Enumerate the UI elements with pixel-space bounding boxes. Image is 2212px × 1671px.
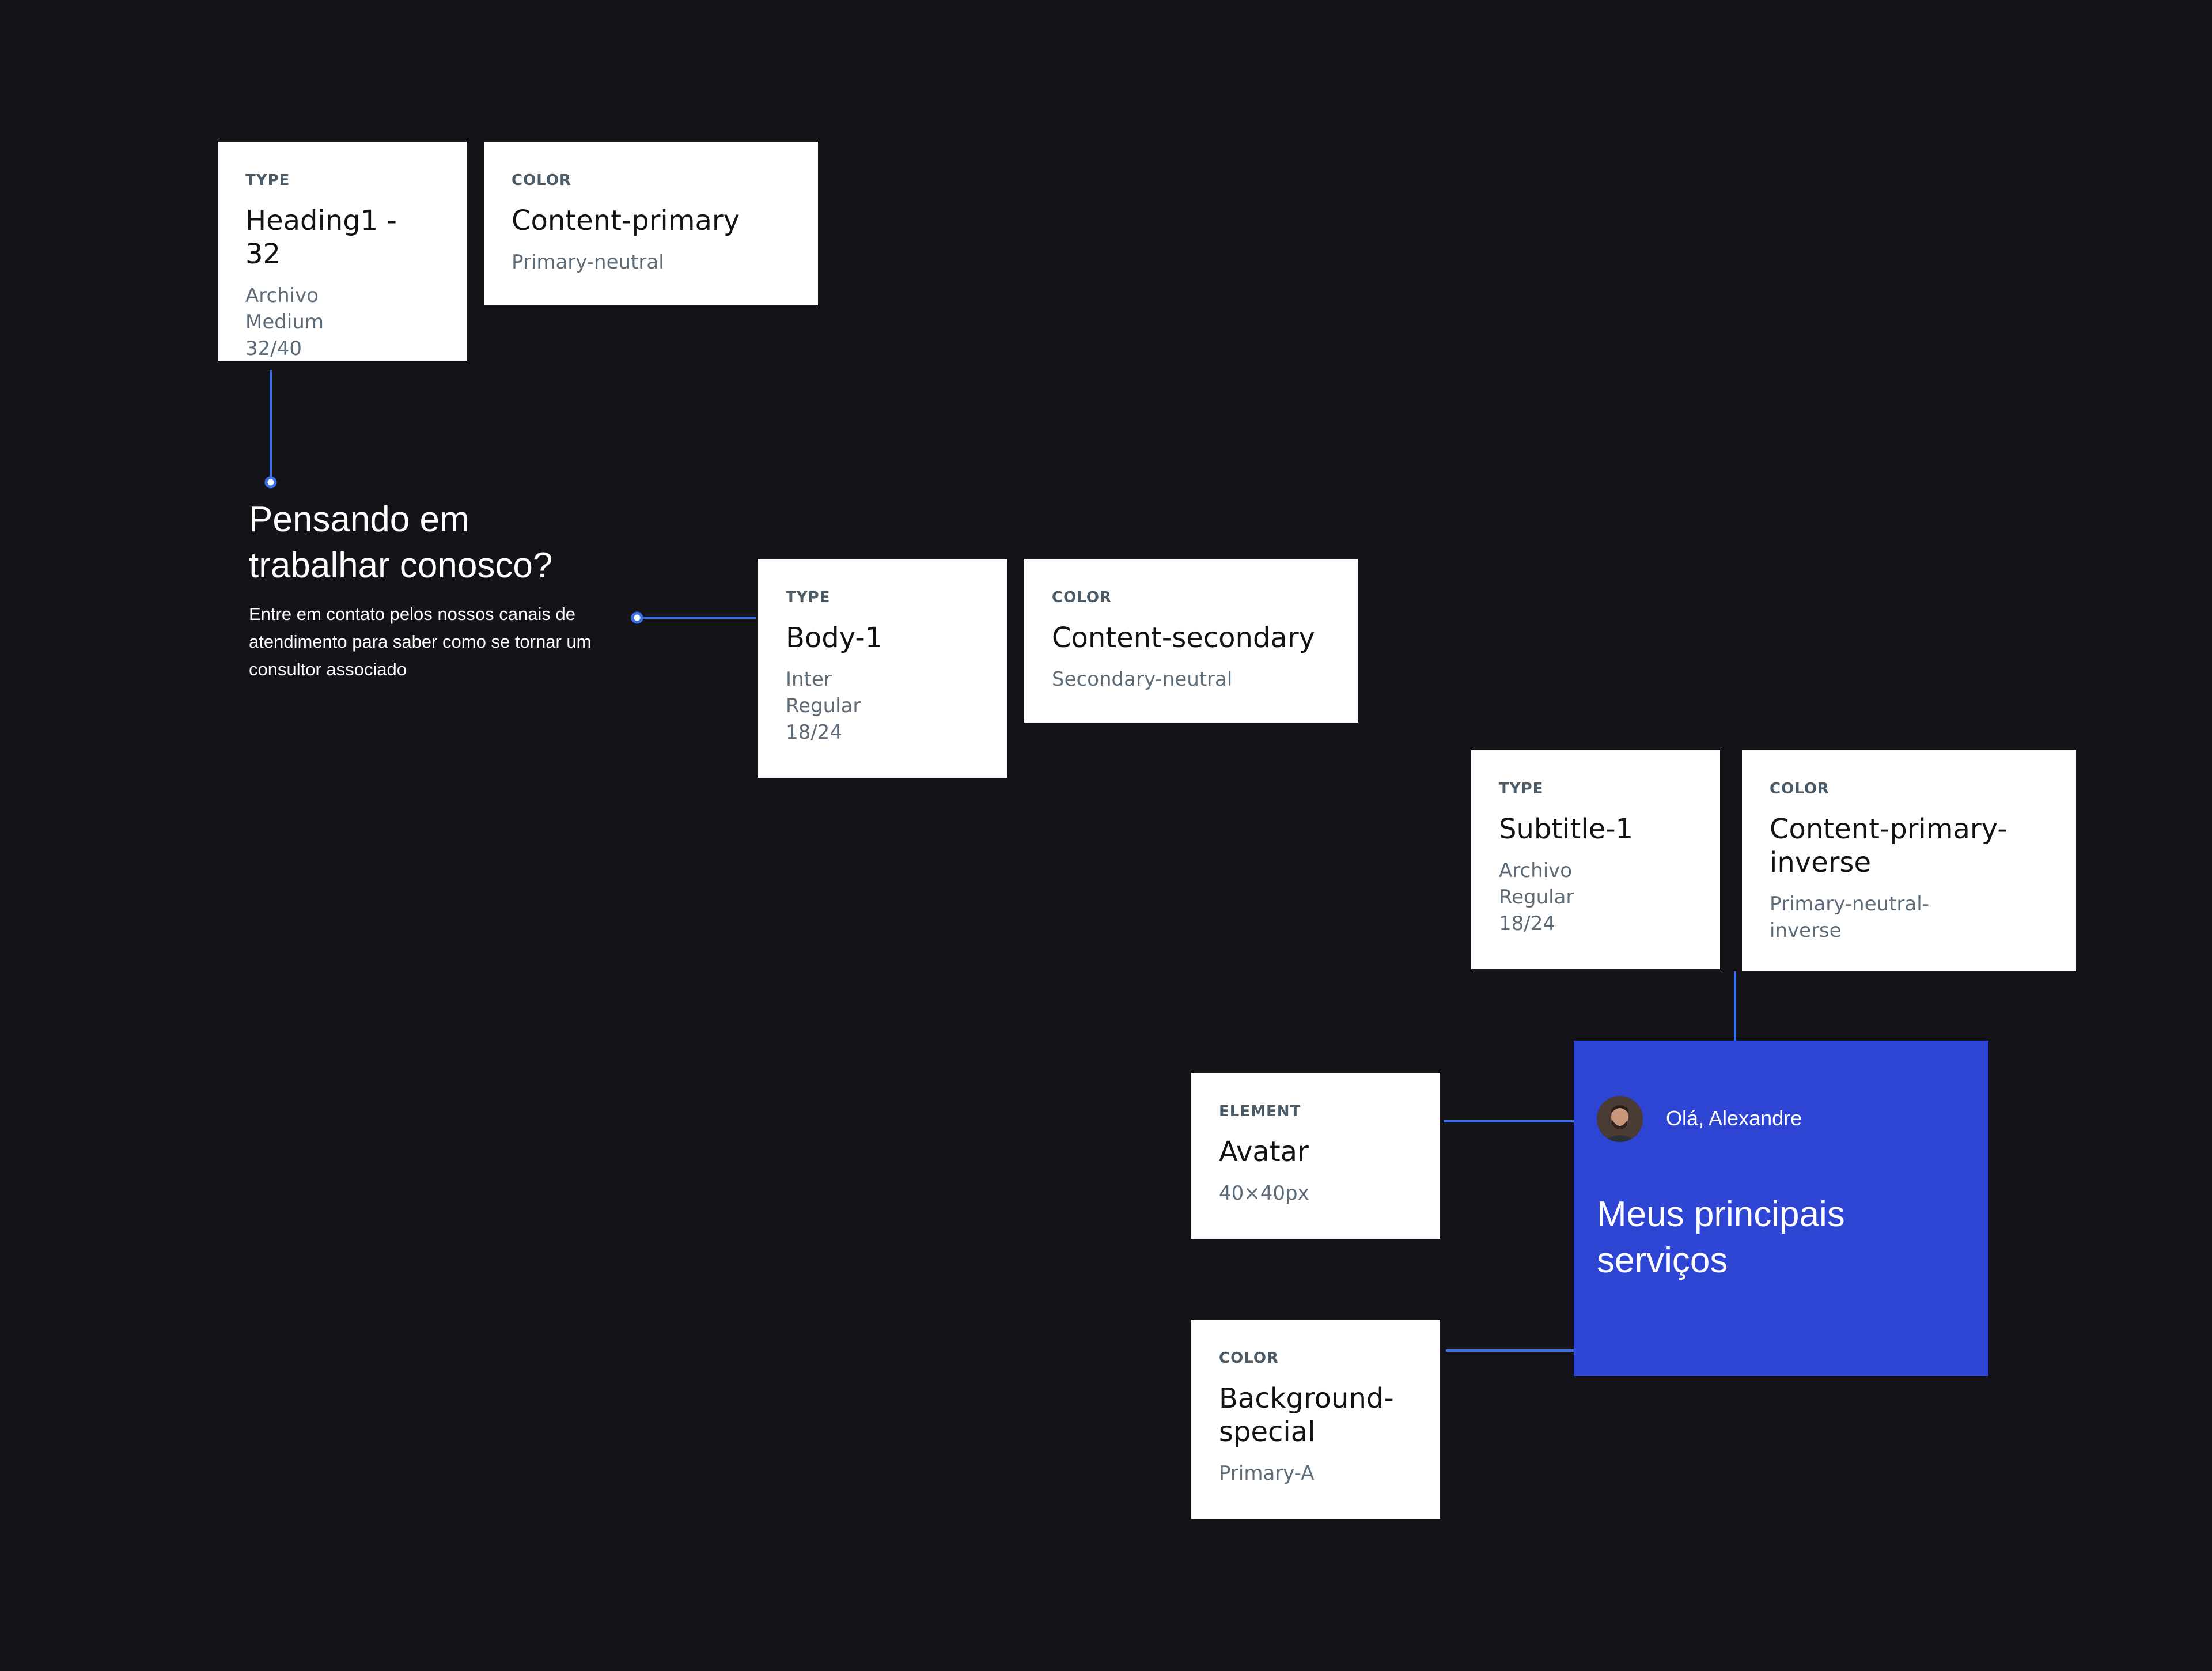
- card-category: TYPE: [1499, 780, 1544, 797]
- connector-dot: [264, 476, 277, 489]
- card-title: Avatar: [1219, 1136, 1309, 1168]
- avatar-person-icon: [1597, 1096, 1643, 1142]
- card-details: 40×40px: [1219, 1180, 1412, 1207]
- card-detail-line: Primary-neutral-: [1770, 893, 1929, 916]
- card-details: Secondary-neutral: [1052, 666, 1331, 693]
- card-details: Primary-neutral- inverse: [1770, 891, 2048, 944]
- card-title-line: Background-: [1219, 1382, 1394, 1415]
- card-category: TYPE: [786, 589, 831, 606]
- card-category: TYPE: [245, 172, 290, 189]
- panel-title: Meus principais serviços: [1597, 1194, 1845, 1280]
- card-detail-line: Primary-A: [1219, 1462, 1315, 1485]
- card-detail-line: 32/40: [245, 337, 302, 360]
- heading-type-card: TYPE Heading1 - 32 Archivo Medium 32/40: [218, 142, 467, 361]
- card-title: Content-secondary: [1052, 622, 1315, 654]
- card-title: Body-1: [786, 622, 883, 654]
- heading-color-card: COLOR Content-primary Primary-neutral: [484, 142, 818, 305]
- card-title: Subtitle-1: [1499, 813, 1634, 845]
- card-title: Content-primary- inverse: [1770, 812, 2048, 879]
- card-details: Primary-neutral: [512, 249, 790, 275]
- card-title-line: special: [1219, 1416, 1316, 1448]
- card-category: COLOR: [1219, 1349, 1279, 1367]
- card-title: Content-primary: [512, 205, 740, 237]
- background-color-card: COLOR Background- special Primary-A: [1191, 1320, 1440, 1519]
- greeting-text: Olá, Alexandre: [1666, 1106, 1802, 1130]
- card-detail-line: Regular: [1499, 886, 1574, 909]
- subtitle-color-card: COLOR Content-primary- inverse Primary-n…: [1742, 750, 2076, 971]
- card-details: Archivo Regular 18/24: [1499, 857, 1692, 937]
- card-detail-line: 40×40px: [1219, 1182, 1309, 1205]
- card-title: Background- special: [1219, 1382, 1412, 1449]
- card-category: COLOR: [1052, 589, 1112, 606]
- card-detail-line: Primary-neutral: [512, 251, 664, 274]
- body-type-card: TYPE Body-1 Inter Regular 18/24: [758, 559, 1007, 778]
- card-detail-line: Medium: [245, 311, 324, 334]
- card-detail-line: Inter: [786, 668, 832, 691]
- card-title: Heading1 - 32: [245, 205, 397, 270]
- services-panel: Olá, Alexandre Meus principais serviços: [1574, 1041, 1988, 1376]
- card-details: Primary-A: [1219, 1460, 1412, 1487]
- avatar[interactable]: [1597, 1096, 1643, 1142]
- card-detail-line: inverse: [1770, 919, 1842, 942]
- card-title-line: Content-primary-: [1770, 813, 2008, 845]
- card-category: ELEMENT: [1219, 1103, 1301, 1120]
- sample-body-text: Entre em contato pelos nossos canais de …: [249, 604, 592, 679]
- card-detail-line: Secondary-neutral: [1052, 668, 1233, 691]
- card-category: COLOR: [1770, 780, 1830, 797]
- avatar-element-card: ELEMENT Avatar 40×40px: [1191, 1073, 1440, 1239]
- card-detail-line: 18/24: [1499, 912, 1555, 935]
- card-details: Archivo Medium 32/40: [245, 282, 439, 362]
- card-detail-line: Regular: [786, 694, 861, 717]
- card-title-line: inverse: [1770, 846, 1871, 879]
- body-color-card: COLOR Content-secondary Secondary-neutra…: [1024, 559, 1358, 723]
- card-detail-line: Archivo: [1499, 859, 1573, 882]
- card-detail-line: 18/24: [786, 721, 842, 744]
- connector-dot: [631, 611, 643, 624]
- card-category: COLOR: [512, 172, 571, 189]
- sample-heading: Pensando em trabalhar conosco?: [249, 500, 553, 585]
- card-detail-line: Archivo: [245, 284, 319, 307]
- subtitle-type-card: TYPE Subtitle-1 Archivo Regular 18/24: [1471, 750, 1720, 969]
- card-details: Inter Regular 18/24: [786, 666, 979, 746]
